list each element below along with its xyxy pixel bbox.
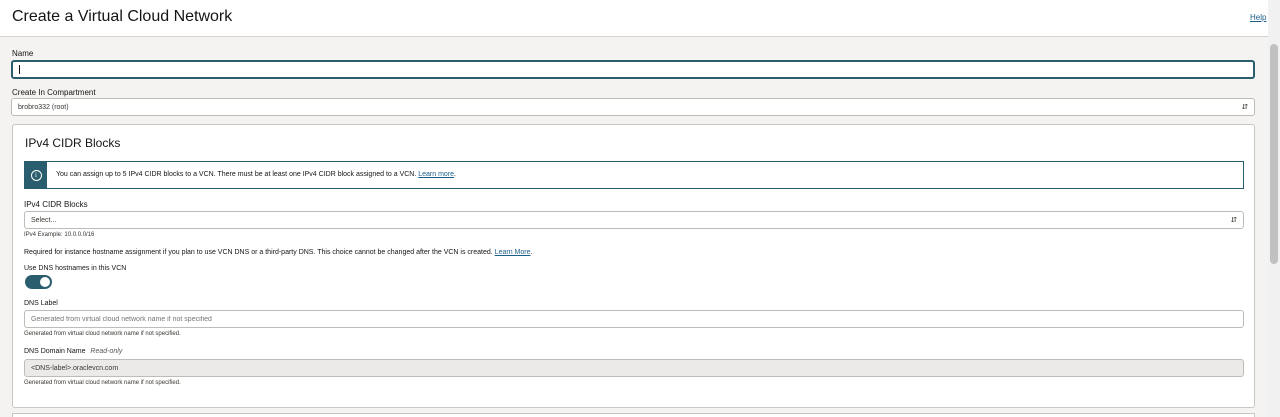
ipv4-panel-title: IPv4 CIDR Blocks	[25, 136, 121, 150]
cidr-blocks-label: IPv4 CIDR Blocks	[24, 200, 88, 209]
chevron-updown-icon: ⇵	[1241, 103, 1249, 111]
info-banner-text: You can assign up to 5 IPv4 CIDR blocks …	[56, 171, 456, 178]
compartment-label: Create In Compartment	[12, 88, 96, 97]
dns-domain-label: DNS Domain Name Read-only	[24, 348, 122, 355]
ipv4-cidr-panel: IPv4 CIDR Blocks i You can assign up to …	[12, 124, 1255, 408]
cidr-select-placeholder: Select...	[31, 216, 57, 224]
compartment-select[interactable]: brobro332 (root) ⇵	[11, 98, 1255, 116]
info-banner: i You can assign up to 5 IPv4 CIDR block…	[24, 161, 1244, 189]
dns-label-hint: Generated from virtual cloud network nam…	[24, 331, 181, 337]
name-input[interactable]	[11, 60, 1255, 79]
info-suffix: .	[454, 171, 456, 178]
dns-domain-label-text: DNS Domain Name	[24, 348, 86, 355]
readonly-tag: Read-only	[90, 348, 123, 355]
compartment-value: brobro332 (root)	[18, 103, 69, 111]
cidr-blocks-select[interactable]: Select... ⇵	[24, 211, 1244, 229]
dns-note: Required for instance hostname assignmen…	[24, 249, 532, 256]
dns-label-input[interactable]	[24, 310, 1244, 328]
dns-label-label: DNS Label	[24, 300, 58, 307]
dns-note-suffix: .	[530, 249, 533, 256]
cidr-hint: IPv4 Example: 10.0.0.0/16	[24, 232, 95, 238]
use-dns-label: Use DNS hostnames in this VCN	[24, 265, 127, 272]
info-learn-more-link[interactable]: Learn more	[418, 171, 454, 178]
dns-domain-value: <DNS-label>.oraclevcn.com	[31, 364, 119, 372]
scrollbar-thumb[interactable]	[1270, 44, 1278, 264]
info-text: You can assign up to 5 IPv4 CIDR blocks …	[56, 171, 417, 178]
info-banner-bar: i	[25, 162, 47, 188]
dns-domain-field: <DNS-label>.oraclevcn.com	[24, 359, 1244, 377]
next-panel-edge	[12, 413, 1255, 417]
use-dns-toggle[interactable]	[25, 275, 52, 289]
text-caret	[19, 65, 20, 74]
page-scrollbar[interactable]	[1268, 0, 1280, 417]
chevron-updown-icon: ⇵	[1230, 216, 1238, 224]
dns-domain-hint: Generated from virtual cloud network nam…	[24, 380, 181, 386]
toggle-knob	[40, 277, 50, 287]
name-label: Name	[12, 49, 34, 58]
dns-learn-more-link[interactable]: Learn More	[495, 249, 531, 256]
info-circle-icon: i	[30, 169, 42, 181]
help-link[interactable]: Help	[1250, 13, 1266, 22]
page-title: Create a Virtual Cloud Network	[12, 8, 233, 25]
dns-note-text: Required for instance hostname assignmen…	[24, 249, 493, 256]
page-header: Create a Virtual Cloud Network Help	[0, 0, 1268, 37]
